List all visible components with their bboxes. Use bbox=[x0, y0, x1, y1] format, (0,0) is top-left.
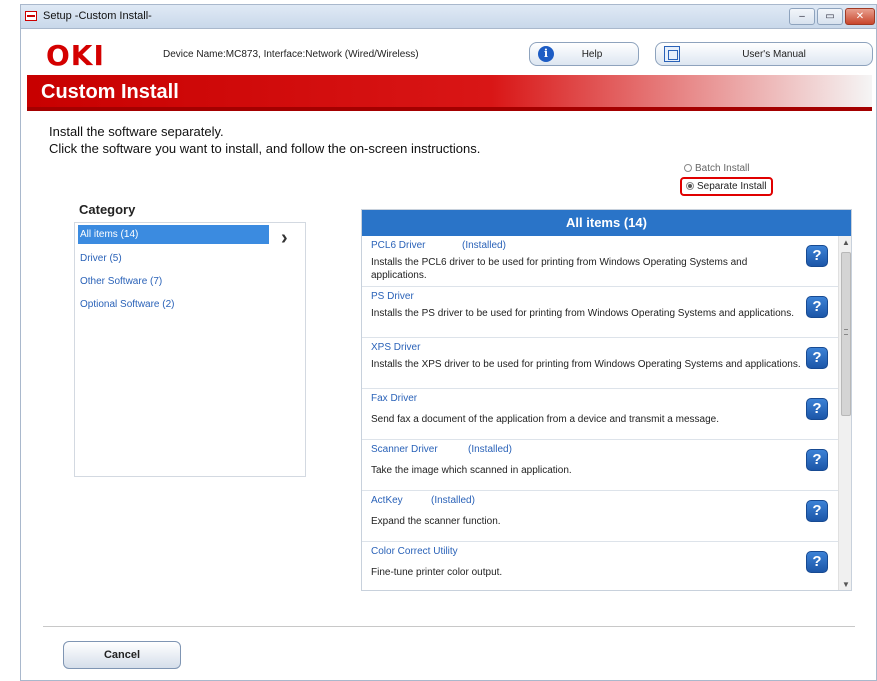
item-name: Color Correct Utility bbox=[371, 546, 458, 557]
radio-checked-icon bbox=[686, 182, 694, 190]
item-name: PCL6 Driver bbox=[371, 240, 426, 251]
item-description: Installs the XPS driver to be used for p… bbox=[371, 359, 801, 370]
category-heading: Category bbox=[79, 202, 136, 217]
item-description: Send fax a document of the application f… bbox=[371, 414, 719, 425]
item-description: Take the image which scanned in applicat… bbox=[371, 465, 572, 476]
page-title: Custom Install bbox=[41, 81, 179, 103]
radio-unchecked-icon bbox=[684, 164, 692, 172]
item-description: Installs the PS driver to be used for pr… bbox=[371, 308, 794, 319]
vertical-scrollbar[interactable]: ▲ ▼ bbox=[838, 236, 851, 590]
grip-icon bbox=[844, 329, 848, 335]
setup-window: Setup -Custom Install- – ▭ ✕ OKI Device … bbox=[20, 4, 877, 681]
scroll-thumb[interactable] bbox=[841, 252, 851, 416]
item-name: Scanner Driver bbox=[371, 444, 438, 455]
oki-app-icon bbox=[25, 11, 37, 21]
question-icon[interactable]: ? bbox=[806, 398, 828, 420]
list-item[interactable]: PS Driver Installs the PS driver to be u… bbox=[362, 287, 838, 338]
item-name: ActKey bbox=[371, 495, 403, 506]
category-item-driver[interactable]: Driver (5) bbox=[78, 249, 269, 268]
window-title: Setup -Custom Install- bbox=[43, 10, 152, 22]
item-description: Expand the scanner function. bbox=[371, 516, 501, 527]
section-banner: Custom Install bbox=[27, 75, 872, 111]
help-button-label: Help bbox=[581, 49, 603, 60]
item-status: (Installed) bbox=[431, 495, 475, 506]
batch-install-radio[interactable]: Batch Install bbox=[684, 163, 749, 174]
category-list: All items (14) Driver (5) Other Software… bbox=[74, 222, 306, 477]
title-bar[interactable]: Setup -Custom Install- – ▭ ✕ bbox=[21, 5, 876, 29]
list-item[interactable]: Color Correct Utility Fine-tune printer … bbox=[362, 542, 838, 590]
question-icon[interactable]: ? bbox=[806, 347, 828, 369]
list-item[interactable]: ActKey (Installed) Expand the scanner fu… bbox=[362, 491, 838, 542]
question-icon[interactable]: ? bbox=[806, 551, 828, 573]
separate-install-radio[interactable]: Separate Install bbox=[680, 177, 773, 196]
users-manual-label: User's Manual bbox=[742, 49, 806, 60]
device-info: Device Name:MC873, Interface:Network (Wi… bbox=[163, 49, 419, 60]
help-button[interactable]: i Help bbox=[529, 42, 639, 66]
item-description: Installs the PCL6 driver to be used for … bbox=[371, 257, 748, 281]
software-list: PCL6 Driver (Installed) Installs the PCL… bbox=[362, 236, 838, 590]
cancel-button[interactable]: Cancel bbox=[63, 641, 181, 669]
separate-install-label: Separate Install bbox=[697, 181, 767, 192]
category-item-other-software[interactable]: Other Software (7) bbox=[78, 272, 269, 291]
question-icon[interactable]: ? bbox=[806, 500, 828, 522]
users-manual-button[interactable]: User's Manual bbox=[655, 42, 873, 66]
list-item[interactable]: Fax Driver Send fax a document of the ap… bbox=[362, 389, 838, 440]
scroll-up-arrow-icon[interactable]: ▲ bbox=[839, 236, 851, 250]
item-name: XPS Driver bbox=[371, 342, 421, 353]
instruction-line-2: Click the software you want to install, … bbox=[49, 141, 481, 156]
instruction-line-1: Install the software separately. bbox=[49, 124, 224, 139]
item-name: Fax Driver bbox=[371, 393, 418, 404]
item-status: (Installed) bbox=[462, 240, 506, 251]
oki-logo: OKI bbox=[46, 39, 105, 72]
category-item-all[interactable]: All items (14) bbox=[78, 225, 269, 244]
scroll-down-arrow-icon[interactable]: ▼ bbox=[839, 578, 851, 590]
item-name: PS Driver bbox=[371, 291, 414, 302]
items-header: All items (14) bbox=[362, 210, 851, 236]
list-item[interactable]: XPS Driver Installs the XPS driver to be… bbox=[362, 338, 838, 389]
category-item-optional-software[interactable]: Optional Software (2) bbox=[78, 295, 269, 314]
footer-divider bbox=[43, 626, 855, 627]
maximize-button[interactable]: ▭ bbox=[817, 8, 843, 25]
chevron-right-icon: › bbox=[281, 227, 288, 249]
question-icon[interactable]: ? bbox=[806, 245, 828, 267]
item-description: Fine-tune printer color output. bbox=[371, 567, 503, 578]
software-list-panel: All items (14) PCL6 Driver (Installed) I… bbox=[361, 209, 852, 591]
minimize-button[interactable]: – bbox=[789, 8, 815, 25]
question-icon[interactable]: ? bbox=[806, 449, 828, 471]
batch-install-label: Batch Install bbox=[695, 163, 750, 174]
list-item[interactable]: Scanner Driver (Installed) Take the imag… bbox=[362, 440, 838, 491]
item-status: (Installed) bbox=[468, 444, 512, 455]
question-icon[interactable]: ? bbox=[806, 296, 828, 318]
close-button[interactable]: ✕ bbox=[845, 8, 875, 25]
list-item[interactable]: PCL6 Driver (Installed) Installs the PCL… bbox=[362, 236, 838, 287]
